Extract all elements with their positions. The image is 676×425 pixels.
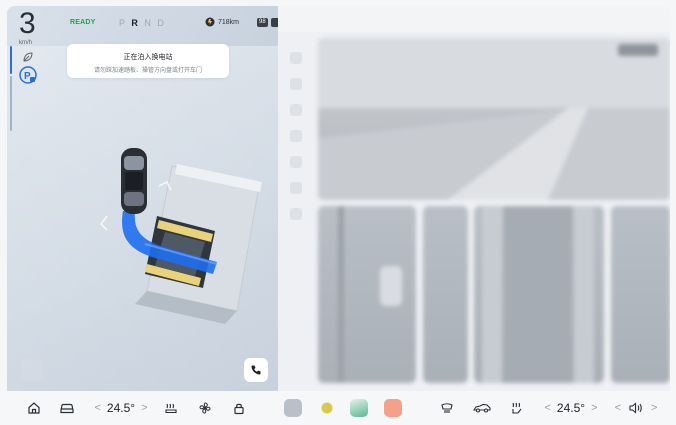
left-temp-value: 24.5° — [106, 401, 136, 415]
home-icon — [28, 402, 40, 414]
left-temp-control[interactable]: < 24.5° > — [86, 391, 156, 425]
right-temp-value: 24.5° — [556, 401, 586, 415]
camera-side-menu — [286, 38, 306, 378]
phone-icon — [251, 365, 261, 375]
volume-up[interactable]: > — [651, 402, 657, 414]
right-temp-down[interactable]: < — [544, 402, 550, 414]
notice-title: 正在泊入换电站 — [123, 54, 173, 61]
volume-down[interactable]: < — [615, 402, 621, 414]
side-indicator — [10, 46, 12, 74]
photo-app[interactable] — [350, 391, 368, 425]
battery-swap-icon — [205, 17, 215, 27]
svg-text:P: P — [24, 71, 31, 82]
ready-indicator: READY — [70, 19, 96, 26]
volume-control[interactable]: < > — [606, 391, 666, 425]
front-camera — [318, 38, 670, 200]
speed-readout: 3 — [19, 7, 36, 40]
volume-icon — [629, 402, 642, 414]
vehicle-button[interactable] — [56, 391, 78, 425]
top-status-bar — [278, 6, 670, 32]
parking-notice: 正在泊入换电站 请勿踩加速踏板、操管方向盘或打开车门 — [67, 44, 229, 78]
seat-heat-right-button[interactable] — [506, 391, 528, 425]
notice-subtitle: 请勿踩加速踏板、操管方向盘或打开车门 — [93, 68, 202, 74]
parking-view: 3 km/h P READY P R N D 718km 98 正在泊入换电站 — [7, 6, 278, 391]
360-camera-app[interactable] — [284, 391, 302, 425]
defrost-button[interactable] — [436, 391, 458, 425]
gear-p: P — [119, 18, 127, 28]
left-temp-up[interactable]: > — [141, 402, 147, 414]
eco-mode-icon — [23, 52, 33, 62]
camera-view-blurred — [278, 6, 670, 391]
status-icon — [271, 18, 278, 27]
rear-camera — [474, 206, 604, 383]
left-temp-down[interactable]: < — [94, 402, 100, 414]
left-camera — [318, 206, 416, 383]
home-button[interactable] — [24, 391, 44, 425]
gear-r: R — [131, 18, 140, 28]
game-app-icon — [384, 399, 402, 417]
seat-heat-icon — [165, 403, 177, 414]
speed-unit: km/h — [19, 40, 33, 46]
lock-button[interactable] — [228, 391, 250, 425]
car-icon — [60, 403, 74, 414]
defrost-icon — [441, 403, 453, 413]
nio-app[interactable] — [318, 391, 336, 425]
right-temp-up[interactable]: > — [591, 402, 597, 414]
nio-app-icon — [318, 399, 336, 417]
phone-button[interactable] — [244, 358, 268, 382]
gear-n: N — [144, 18, 153, 28]
car-profile-icon — [473, 403, 491, 413]
car-profile-button[interactable] — [470, 391, 494, 425]
right-temp-control[interactable]: < 24.5° > — [536, 391, 606, 425]
bottom-control-bar: < 24.5° > < 24.5° > < > — [0, 391, 676, 425]
range-readout: 718km — [218, 19, 240, 26]
center-camera-1 — [423, 206, 468, 383]
gear-selector: P R N D — [119, 18, 166, 28]
fan-icon — [199, 402, 211, 414]
exit-button[interactable] — [21, 359, 43, 381]
battery-badge: 98 — [257, 18, 268, 27]
360-camera-icon — [284, 399, 302, 417]
seat-heat-right-icon — [512, 402, 522, 414]
seat-heat-left-button[interactable] — [160, 391, 182, 425]
game-app[interactable] — [384, 391, 402, 425]
gear-d: D — [157, 18, 166, 28]
right-camera — [611, 206, 670, 383]
side-indicator-track — [10, 76, 12, 131]
photo-app-icon — [350, 399, 368, 417]
lock-icon — [234, 403, 244, 415]
car-model — [121, 148, 147, 214]
car-screen: 3 km/h P READY P R N D 718km 98 正在泊入换电站 — [0, 0, 676, 425]
auto-park-icon[interactable]: P — [17, 64, 39, 86]
fan-button[interactable] — [194, 391, 216, 425]
